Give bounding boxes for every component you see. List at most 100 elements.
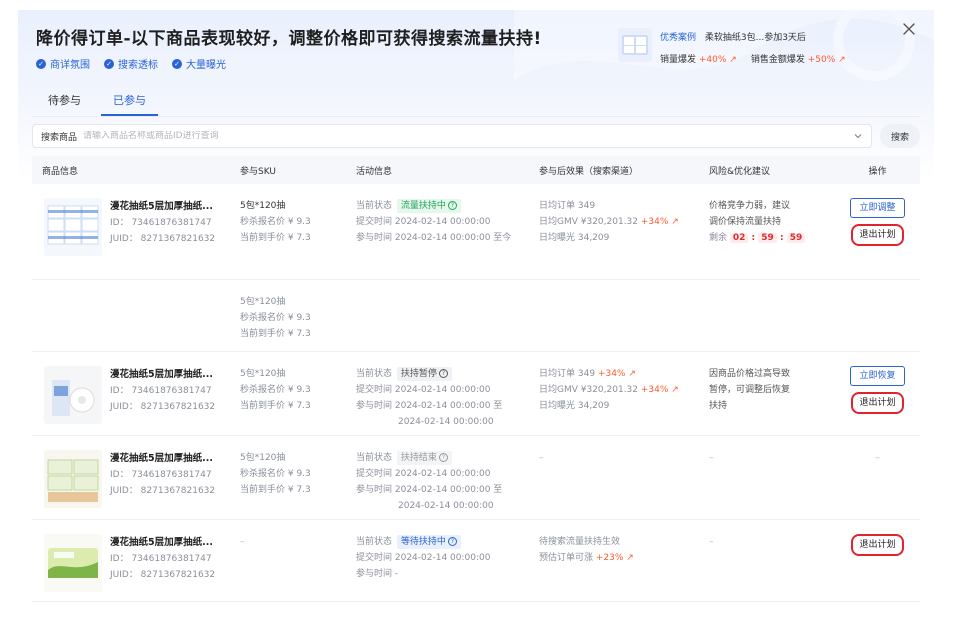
empty-dash: – <box>539 453 544 463</box>
resume-now-button[interactable]: 立即恢复 <box>850 366 905 386</box>
product-name[interactable]: 漫花抽纸5层加厚抽纸... <box>110 451 215 467</box>
risk-advice-line: 扶持 <box>709 401 728 411</box>
effect-pending: 待搜索流量扶持生效 <box>539 537 621 547</box>
product-image[interactable] <box>44 450 102 508</box>
risk-advice-line: 价格竞争力弱，建议 <box>709 201 791 211</box>
join-time: 参与时间 - <box>356 569 399 579</box>
empty-dash: – <box>709 537 714 547</box>
effect-growth: +34% ↗ <box>640 385 679 395</box>
risk-advice-line: 调价保持流量扶持 <box>709 217 782 227</box>
submit-time: 提交时间 2024-02-14 00:00:00 <box>356 385 491 395</box>
case-metric-label: 销售金额爆发 <box>750 55 805 65</box>
participation-modal: 降价得订单-以下商品表现较好，调整价格即可获得搜索流量扶持! ✓ 商详氛围 ✓ … <box>18 10 934 626</box>
effect-exposure: 日均曝光 34,209 <box>539 233 610 243</box>
tab-divider <box>32 116 920 117</box>
sku-current-price: 当前到手价 ¥ 7.3 <box>240 401 311 411</box>
tissue-box-icon <box>622 35 648 55</box>
joined-products-table: 商品信息 参与SKU 活动信息 参与后效果（搜索渠道） 风险&优化建议 操作 漫… <box>32 156 920 602</box>
sku-flash-price: 秒杀报名价 ¥ 9.3 <box>240 313 311 323</box>
table-row: 漫花抽纸5层加厚抽纸... ID： 73461876381747 JUID： 8… <box>32 184 920 280</box>
product-id: ID： 73461876381747 <box>110 470 212 480</box>
risk-advice-line: 暂停，可调整后恢复 <box>709 385 791 395</box>
case-desc: 柔软抽纸3包...参加3天后 <box>704 33 806 43</box>
join-time: 参与时间 2024-02-14 00:00:00 至 <box>356 485 503 495</box>
status-badge: 扶持结束? <box>396 451 452 465</box>
risk-advice-line: 因商品价格过高导致 <box>709 369 791 379</box>
effect-gmv: 日均GMV ¥320,201.32 <box>539 385 639 395</box>
search-label: 搜索商品 <box>41 132 78 143</box>
chevron-down-icon[interactable] <box>853 131 863 141</box>
sku-flash-price: 秒杀报名价 ¥ 9.3 <box>240 217 311 227</box>
help-icon[interactable]: ? <box>438 369 448 378</box>
table-row: 漫花抽纸5层加厚抽纸... ID： 73461876381747 JUID： 8… <box>32 520 920 602</box>
status-badge: 等待扶持中? <box>396 535 461 549</box>
tab-bar: 待参与 已参与 <box>48 92 158 116</box>
empty-dash: – <box>240 537 245 547</box>
close-icon[interactable] <box>902 22 916 36</box>
status-text: 扶持暂停 <box>400 369 437 379</box>
product-id: ID： 73461876381747 <box>110 554 212 564</box>
exit-plan-button[interactable]: 退出计划 <box>851 534 904 556</box>
product-name[interactable]: 漫花抽纸5层加厚抽纸... <box>110 367 215 383</box>
status-label: 当前状态 <box>356 369 393 379</box>
status-text: 流量扶持中 <box>400 201 446 211</box>
submit-time: 提交时间 2024-02-14 00:00:00 <box>356 469 491 479</box>
table-header: 商品信息 参与SKU 活动信息 参与后效果（搜索渠道） 风险&优化建议 操作 <box>32 156 920 184</box>
product-juid: JUID： 8271367821632 <box>110 234 216 244</box>
join-time: 参与时间 2024-02-14 00:00:00 至 <box>356 401 503 411</box>
search-box: 搜索商品 <box>32 124 872 148</box>
product-image[interactable] <box>44 366 102 424</box>
countdown-timer: 02 : 59 : 59 <box>729 233 806 243</box>
status-text: 等待扶持中 <box>400 537 446 547</box>
case-metric-value: +50% ↗ <box>807 55 846 65</box>
effect-growth: +34% ↗ <box>597 369 636 379</box>
effect-estimate: 预估订单可涨 <box>539 553 594 563</box>
help-icon[interactable]: ? <box>447 201 457 210</box>
sku-spec: 5包*120抽 <box>240 453 286 463</box>
join-time: 参与时间 2024-02-14 00:00:00 至今 <box>356 233 512 243</box>
submit-time: 提交时间 2024-02-14 00:00:00 <box>356 217 491 227</box>
empty-dash: – <box>875 453 880 463</box>
sku-spec: 5包*120抽 <box>240 201 286 211</box>
exit-plan-button[interactable]: 退出计划 <box>851 224 904 246</box>
effect-orders: 日均订单 349 <box>539 201 596 211</box>
success-case: 优秀案例 柔软抽纸3包...参加3天后 销量爆发 +40% ↗ 销售金额爆发 +… <box>618 28 846 65</box>
product-juid: JUID： 8271367821632 <box>110 402 216 412</box>
case-metric-label: 销量爆发 <box>660 55 697 65</box>
status-label: 当前状态 <box>356 537 393 547</box>
join-time-end: 2024-02-14 00:00:00 <box>398 417 494 427</box>
column-header: 操作 <box>868 166 887 177</box>
case-metric-value: +40% ↗ <box>698 55 737 65</box>
column-header: 参与SKU <box>240 166 276 177</box>
product-name[interactable]: 漫花抽纸5层加厚抽纸... <box>110 535 215 551</box>
modal-title: 降价得订单-以下商品表现较好，调整价格即可获得搜索流量扶持! <box>36 29 542 49</box>
product-id: ID： 73461876381747 <box>110 218 212 228</box>
search-input[interactable] <box>83 131 853 141</box>
product-image[interactable] <box>44 534 102 592</box>
product-juid: JUID： 8271367821632 <box>110 486 216 496</box>
sku-spec: 5包*120抽 <box>240 297 286 307</box>
effect-growth: +34% ↗ <box>640 217 679 227</box>
feature-label: 大量曝光 <box>186 60 226 71</box>
product-image[interactable] <box>44 198 102 256</box>
feature-label: 商详氛围 <box>50 60 90 71</box>
adjust-now-button[interactable]: 立即调整 <box>850 198 905 218</box>
help-icon[interactable]: ? <box>447 537 457 546</box>
submit-time: 提交时间 2024-02-14 00:00:00 <box>356 553 491 563</box>
exit-plan-button[interactable]: 退出计划 <box>851 392 904 414</box>
help-icon[interactable]: ? <box>438 453 448 462</box>
table-row: 漫花抽纸5层加厚抽纸... ID： 73461876381747 JUID： 8… <box>32 436 920 520</box>
case-tag: 优秀案例 <box>660 33 697 43</box>
sku-spec: 5包*120抽 <box>240 369 286 379</box>
sku-current-price: 当前到手价 ¥ 7.3 <box>240 233 311 243</box>
case-product-image <box>618 28 652 62</box>
sku-flash-price: 秒杀报名价 ¥ 9.3 <box>240 469 311 479</box>
product-name[interactable]: 漫花抽纸5层加厚抽纸... <box>110 199 215 215</box>
sku-flash-price: 秒杀报名价 ¥ 9.3 <box>240 385 311 395</box>
effect-exposure: 日均曝光 34,209 <box>539 401 610 411</box>
feature-list: ✓ 商详氛围 ✓ 搜索透标 ✓ 大量曝光 <box>36 56 226 71</box>
tab-pending[interactable]: 待参与 <box>48 92 81 116</box>
search-button[interactable]: 搜索 <box>880 124 920 148</box>
countdown-label: 剩余 <box>709 233 728 243</box>
tab-joined[interactable]: 已参与 <box>101 92 158 116</box>
